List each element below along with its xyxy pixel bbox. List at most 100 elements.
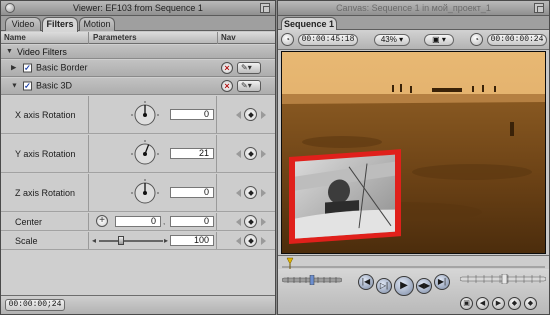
keyframe-diamond-icon[interactable] xyxy=(244,233,257,247)
duration-field[interactable]: 00:00:45:18 xyxy=(298,34,358,46)
rotation-dial[interactable] xyxy=(130,178,160,208)
param-name-cell: Center xyxy=(1,213,89,230)
nav-menu-button[interactable]: ✎▾ xyxy=(237,80,261,92)
param-row-center: Center + 0 , 0 xyxy=(1,213,275,231)
canvas-tabbar: Sequence 1 xyxy=(278,16,549,30)
filter-enable-checkbox[interactable]: ✓ xyxy=(23,81,32,91)
keyframe-nav[interactable] xyxy=(236,185,266,199)
keyframe-diamond-icon[interactable] xyxy=(244,146,257,160)
zoom-popup[interactable]: 43% ▾ xyxy=(374,34,410,46)
zoom-icon[interactable] xyxy=(534,3,544,13)
keyframe-diamond-icon[interactable] xyxy=(244,107,257,121)
nav-cell xyxy=(218,213,275,230)
tab-motion[interactable]: Motion xyxy=(79,17,115,31)
add-keyframe-icon[interactable]: ◆ xyxy=(524,297,537,310)
filter-row-basic-border[interactable]: ▶ ✓ Basic Border × ✎▾ xyxy=(1,60,275,77)
canvas-titlebar[interactable]: Canvas: Sequence 1 in мой_проект_1 xyxy=(278,1,549,16)
keyframe-nav[interactable] xyxy=(236,107,266,121)
prev-edit-icon[interactable]: |◀ xyxy=(358,274,374,290)
viewer-window: Viewer: EF103 from Sequence 1 Video Filt… xyxy=(0,0,276,315)
filter-name-cell: ▶ ✓ Basic Border xyxy=(1,60,89,76)
rotation-dial[interactable] xyxy=(130,100,160,130)
canvas-video-frame[interactable] xyxy=(281,51,546,254)
center-x-value[interactable]: 0 xyxy=(115,216,161,227)
play-in-out-icon[interactable]: ▷| xyxy=(376,278,392,294)
param-control-cell: 21 xyxy=(90,135,217,172)
param-name-cell: Scale xyxy=(1,232,89,249)
view-popup[interactable]: ▣ ▾ xyxy=(424,34,454,46)
add-marker-icon[interactable]: ◆ xyxy=(508,297,521,310)
column-nav[interactable]: Nav xyxy=(218,32,275,44)
nav-menu-button[interactable]: ✎▾ xyxy=(237,62,261,74)
column-name[interactable]: Name xyxy=(1,32,89,44)
viewer-timecode[interactable]: 00:00:00;24 xyxy=(5,299,65,311)
center-y-value[interactable]: 0 xyxy=(170,216,214,227)
reset-x-icon[interactable]: × xyxy=(221,62,233,74)
param-control-cell: ◂ ▸ 100 xyxy=(90,232,217,249)
y-rotation-value[interactable]: 21 xyxy=(170,148,214,159)
scale-slider-track[interactable] xyxy=(99,240,163,242)
canvas-title: Canvas: Sequence 1 in мой_проект_1 xyxy=(336,3,491,13)
zoom-icon[interactable] xyxy=(260,3,270,13)
tab-filters-label: Filters xyxy=(46,19,74,29)
disclosure-down-icon[interactable]: ▼ xyxy=(6,45,13,59)
shuttle-control[interactable] xyxy=(282,275,342,285)
filter-label: Basic Border xyxy=(36,62,88,73)
keyframe-nav[interactable] xyxy=(236,233,266,247)
x-rotation-value[interactable]: 0 xyxy=(170,109,214,120)
keyframe-nav[interactable] xyxy=(236,146,266,160)
section-video-filters[interactable]: ▼ Video Filters xyxy=(1,45,275,59)
param-label: Z axis Rotation xyxy=(15,187,76,198)
canvas-scrubber-bar[interactable] xyxy=(278,255,549,269)
filter-name-cell: ▼ ✓ Basic 3D xyxy=(1,78,89,94)
tab-video[interactable]: Video xyxy=(5,17,41,31)
filter-row-basic-3d[interactable]: ▼ ✓ Basic 3D × ✎▾ xyxy=(1,78,275,95)
section-label: Video Filters xyxy=(17,46,67,57)
rotation-dial[interactable] xyxy=(130,139,160,169)
viewer-titlebar[interactable]: Viewer: EF103 from Sequence 1 xyxy=(1,1,275,16)
slider-min-icon: ◂ xyxy=(92,236,97,245)
z-rotation-value[interactable]: 0 xyxy=(170,187,214,198)
close-icon[interactable] xyxy=(5,3,15,13)
viewer-tabbar: Video Filters Motion xyxy=(1,16,275,32)
scale-slider-thumb[interactable] xyxy=(118,236,125,245)
crosshair-icon[interactable]: + xyxy=(96,215,108,227)
next-edit-icon[interactable]: ▶| xyxy=(434,274,450,290)
disclosure-right-icon[interactable]: ▶ xyxy=(11,60,16,77)
reset-x-icon[interactable]: × xyxy=(221,80,233,92)
param-control-cell: + 0 , 0 xyxy=(90,213,217,230)
keyframe-diamond-icon[interactable] xyxy=(244,214,257,228)
jog-control[interactable] xyxy=(460,274,546,284)
param-label: Center xyxy=(15,216,43,227)
mark-out-icon[interactable]: ▶ xyxy=(492,297,505,310)
mark-in-icon[interactable]: ◀ xyxy=(476,297,489,310)
viewer-bottom-bar: 00:00:00;24 xyxy=(1,295,275,314)
separator-comma: , xyxy=(163,217,166,226)
match-frame-icon[interactable]: ▣ xyxy=(460,297,473,310)
current-timecode-field[interactable]: 00:00:00:24 xyxy=(487,34,547,46)
viewer-title: Viewer: EF103 from Sequence 1 xyxy=(73,3,203,13)
param-label: Y axis Rotation xyxy=(15,148,76,159)
tab-filters[interactable]: Filters xyxy=(42,17,78,32)
current-time-clock-icon: ◔ xyxy=(470,33,483,46)
param-label: X axis Rotation xyxy=(15,109,76,120)
zoom-value: 43% xyxy=(380,35,397,44)
param-control-cell: 0 xyxy=(90,174,217,211)
filters-table: Name Parameters Nav ▼ Video Filters ▶ ✓ … xyxy=(1,32,275,297)
play-around-icon[interactable]: ◀▶ xyxy=(416,278,432,294)
tab-motion-label: Motion xyxy=(83,19,111,29)
disclosure-down-icon[interactable]: ▼ xyxy=(11,78,18,95)
param-name-cell: Y axis Rotation xyxy=(1,135,89,172)
param-row-x-rotation: X axis Rotation 0 xyxy=(1,96,275,134)
column-parameters[interactable]: Parameters xyxy=(90,32,218,44)
keyframe-diamond-icon[interactable] xyxy=(244,185,257,199)
param-row-scale: Scale ◂ ▸ 100 xyxy=(1,232,275,250)
play-icon[interactable]: ▶ xyxy=(394,276,414,296)
filter-enable-checkbox[interactable]: ✓ xyxy=(23,63,32,73)
param-name-cell: Z axis Rotation xyxy=(1,174,89,211)
transport-controls: |◀ ▷| ▶ ◀▶ ▶| ▣ ◀ ▶ ◆ ◆ xyxy=(278,269,549,314)
scale-value[interactable]: 100 xyxy=(170,235,214,246)
keyframe-nav[interactable] xyxy=(236,214,266,228)
tab-sequence-1[interactable]: Sequence 1 xyxy=(281,17,337,30)
param-label: Scale xyxy=(15,235,38,246)
